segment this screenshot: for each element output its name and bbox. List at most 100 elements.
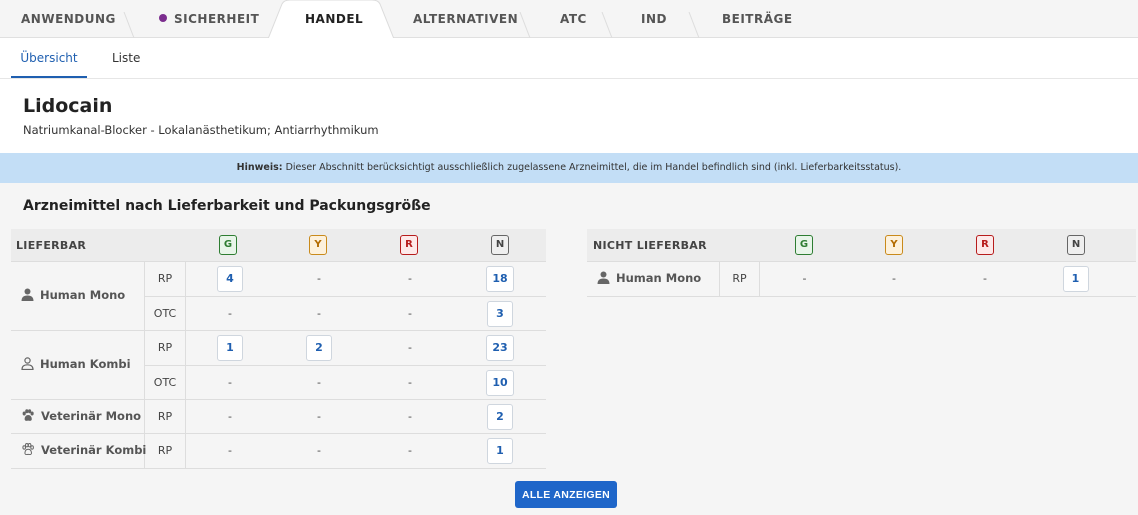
badge-y: Y bbox=[309, 235, 327, 255]
banner-text: Dieser Abschnitt berücksichtigt ausschli… bbox=[282, 162, 902, 173]
tab-label: ATC bbox=[560, 12, 587, 26]
count-link[interactable]: 10 bbox=[486, 370, 514, 396]
table-row: RP 4 - - 18 bbox=[145, 262, 546, 297]
row-kind: OTC bbox=[145, 366, 186, 399]
value-cell: 2 bbox=[274, 331, 364, 365]
value-cell: 4 bbox=[186, 262, 274, 296]
tab-beitraege[interactable]: BEITRÄGE bbox=[722, 0, 793, 38]
group-name: Veterinär Kombi bbox=[41, 443, 147, 457]
count-link[interactable]: 2 bbox=[487, 404, 513, 430]
value-cell: - bbox=[408, 341, 412, 354]
value-cell: - bbox=[228, 307, 232, 320]
banner-label: Hinweis: bbox=[236, 162, 283, 173]
value-cell: 18 bbox=[456, 262, 544, 296]
tab-handel[interactable]: HANDEL bbox=[305, 0, 363, 38]
group-name: Human Mono bbox=[616, 271, 702, 285]
info-banner: Hinweis: Dieser Abschnitt berücksichtigt… bbox=[0, 153, 1138, 183]
row-kind: RP bbox=[145, 331, 186, 365]
value-cell: - bbox=[408, 410, 412, 423]
value-cell: - bbox=[228, 410, 232, 423]
group-label: Human Mono bbox=[21, 288, 125, 302]
subtab-liste[interactable]: Liste bbox=[112, 38, 140, 78]
top-tab-bar: ANWENDUNG SICHERHEIT HANDEL ALTERNATIVEN… bbox=[0, 0, 1138, 39]
value-cell: - bbox=[408, 272, 412, 285]
group-name: Veterinär Mono bbox=[41, 409, 142, 423]
table-row: RP - - - 2 bbox=[145, 400, 546, 434]
tab-label: HANDEL bbox=[305, 12, 364, 26]
row-kind: RP bbox=[145, 434, 186, 468]
group-label: Human Kombi bbox=[21, 357, 131, 371]
tab-atc[interactable]: ATC bbox=[560, 0, 587, 38]
paw-filled-icon bbox=[22, 409, 34, 421]
badge-y: Y bbox=[885, 235, 903, 255]
row-kind: RP bbox=[145, 400, 186, 433]
page-subtitle: Natriumkanal-Blocker - Lokalanästhetikum… bbox=[23, 123, 379, 137]
page-title: Lidocain bbox=[23, 95, 113, 117]
paw-outline-icon bbox=[22, 443, 34, 456]
table-row: OTC - - - 3 bbox=[145, 297, 546, 331]
count-link[interactable]: 1 bbox=[217, 335, 243, 361]
badge-r: R bbox=[976, 235, 994, 255]
tab-sicherheit[interactable]: SICHERHEIT bbox=[159, 0, 259, 38]
tab-separator bbox=[519, 12, 531, 38]
group-veterinaer-mono: Veterinär Mono bbox=[11, 400, 145, 434]
group-label: Veterinär Mono bbox=[21, 409, 141, 423]
tab-anwendung[interactable]: ANWENDUNG bbox=[21, 0, 116, 38]
count-link[interactable]: 23 bbox=[486, 335, 514, 361]
value-cell: - bbox=[317, 376, 321, 389]
table-header: LIEFERBAR G Y R N bbox=[11, 229, 546, 262]
count-link[interactable]: 3 bbox=[487, 301, 513, 327]
lieferbar-table: LIEFERBAR G Y R N Human Mono RP 4 - - 18… bbox=[11, 229, 546, 469]
value-cell: - bbox=[802, 272, 807, 285]
value-cell: - bbox=[228, 376, 232, 389]
value-cell: - bbox=[408, 307, 412, 320]
tab-ind[interactable]: IND bbox=[641, 0, 667, 38]
row-kind: RP bbox=[145, 262, 186, 296]
person-outline-icon bbox=[21, 357, 34, 371]
sub-tab-bar: Übersicht Liste bbox=[0, 38, 1138, 79]
value-cell: - bbox=[408, 376, 412, 389]
count-link[interactable]: 18 bbox=[486, 266, 514, 292]
tab-separator bbox=[123, 12, 135, 38]
show-all-button[interactable]: ALLE ANZEIGEN bbox=[515, 481, 617, 508]
person-filled-icon bbox=[21, 288, 34, 301]
badge-g: G bbox=[795, 235, 813, 255]
group-name: Human Mono bbox=[40, 288, 126, 302]
table-header: NICHT LIEFERBAR G Y R N bbox=[587, 229, 1136, 262]
value-cell: - bbox=[317, 272, 321, 285]
value-cell: - bbox=[983, 272, 987, 285]
value-cell: 2 bbox=[456, 400, 544, 433]
count-link[interactable]: 1 bbox=[487, 438, 513, 464]
badge-g: G bbox=[219, 235, 237, 255]
person-filled-icon bbox=[597, 271, 610, 284]
value-cell: 1 bbox=[186, 331, 274, 365]
table-row: RP 1 2 - 23 bbox=[145, 331, 546, 366]
badge-n: N bbox=[1067, 235, 1085, 255]
count-link[interactable]: 4 bbox=[217, 266, 243, 292]
value-cell: - bbox=[317, 410, 321, 423]
group-human-kombi: Human Kombi bbox=[11, 331, 145, 400]
value-cell: - bbox=[317, 444, 321, 457]
value-cell: - bbox=[408, 444, 412, 457]
tab-label: ANWENDUNG bbox=[21, 12, 116, 26]
tab-label: SICHERHEIT bbox=[174, 12, 260, 26]
group-human-mono: Human Mono bbox=[11, 262, 145, 331]
tab-label: BEITRÄGE bbox=[722, 12, 793, 26]
group-label: Veterinär Kombi bbox=[21, 443, 146, 457]
value-cell: - bbox=[317, 307, 321, 320]
tab-label: IND bbox=[641, 12, 667, 26]
value-cell: 1 bbox=[456, 434, 544, 468]
subtab-label: Liste bbox=[112, 51, 141, 65]
value-cell: - bbox=[228, 444, 232, 457]
subtab-uebersicht[interactable]: Übersicht bbox=[11, 38, 87, 78]
count-link[interactable]: 1 bbox=[1062, 266, 1089, 292]
tab-alternativen[interactable]: ALTERNATIVEN bbox=[413, 0, 518, 38]
value-cell: 1 bbox=[1031, 262, 1120, 296]
value-cell: 3 bbox=[456, 297, 544, 330]
badge-n: N bbox=[491, 235, 509, 255]
tab-label: ALTERNATIVEN bbox=[413, 12, 519, 26]
group-label: Human Mono bbox=[597, 271, 701, 285]
count-link[interactable]: 2 bbox=[306, 335, 332, 361]
value-cell: 23 bbox=[456, 331, 544, 365]
table-row: RP - - - 1 bbox=[145, 434, 546, 469]
